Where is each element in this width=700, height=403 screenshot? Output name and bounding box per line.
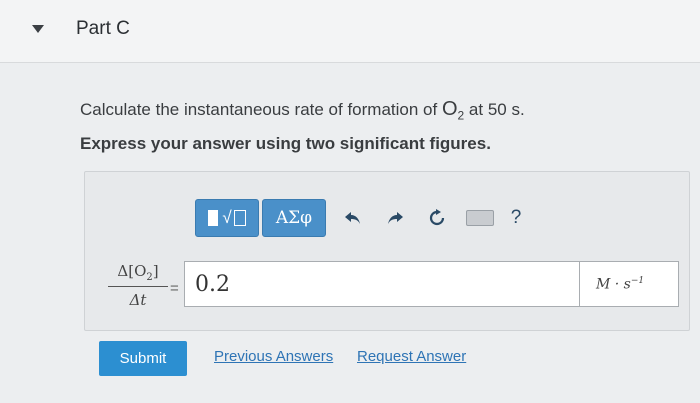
question-instruction: Express your answer using two significan… [80, 134, 491, 153]
answer-panel [84, 171, 690, 331]
equals-sign: = [170, 280, 179, 297]
answer-lhs-numerator: Δ[O2] [108, 262, 168, 287]
math-toolbar: √ ΑΣφ ? [195, 198, 528, 238]
reset-icon[interactable] [422, 203, 452, 233]
part-header[interactable]: Part C [0, 0, 700, 63]
question-text-before: Calculate the instantaneous rate of form… [80, 100, 442, 119]
request-answer-link[interactable]: Request Answer [357, 348, 466, 365]
numerator-text: Δ[O [117, 262, 147, 280]
answer-lhs-denominator: Δt [129, 291, 147, 309]
templates-box-icon [233, 210, 246, 226]
greek-letters-button[interactable]: ΑΣφ [262, 199, 326, 237]
part-title: Part C [76, 18, 130, 39]
undo-icon[interactable] [338, 203, 368, 233]
question-text-after: at 50 s. [464, 100, 525, 119]
help-icon[interactable]: ? [504, 207, 528, 229]
answer-input[interactable]: 0.2 [184, 261, 580, 307]
units-label: M · s−1 [580, 261, 679, 307]
templates-radical-icon: √ [222, 208, 232, 227]
question-text: Calculate the instantaneous rate of form… [80, 98, 525, 122]
units-exponent: −1 [630, 276, 645, 286]
collapse-caret-icon[interactable] [32, 25, 44, 33]
templates-button[interactable]: √ [195, 199, 259, 237]
units-base: M · s [596, 276, 631, 293]
keyboard-icon[interactable] [466, 210, 494, 226]
answer-lhs-fraction: Δ[O2] Δt [108, 262, 168, 309]
previous-answers-link[interactable]: Previous Answers [214, 348, 333, 365]
numerator-close: ] [152, 262, 159, 280]
submit-button[interactable]: Submit [99, 341, 187, 376]
question-species: O [441, 98, 458, 120]
redo-icon[interactable] [380, 203, 410, 233]
templates-block-icon [208, 210, 219, 226]
